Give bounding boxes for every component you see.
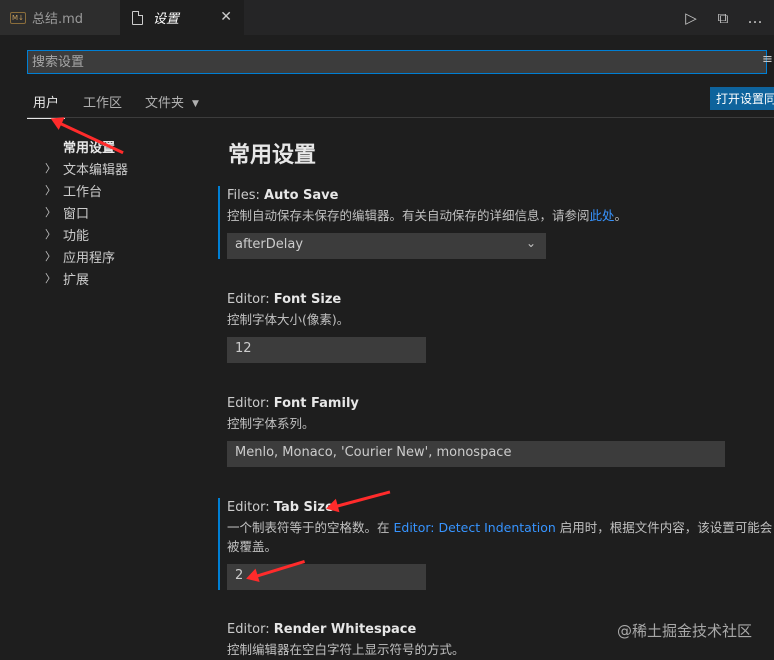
setting-tab-size: Editor: Tab Size 一个制表符等于的空格数。在 Editor: D… <box>218 498 774 590</box>
setting-category: Editor: <box>227 396 274 411</box>
toc-label: 文本编辑器 <box>63 162 129 178</box>
chevron-right-icon: 〉 <box>45 228 56 241</box>
toc-item-extensions[interactable]: 〉扩展 <box>45 267 195 289</box>
desc-text: 被覆盖。 <box>227 539 278 554</box>
chevron-right-icon: 〉 <box>45 162 56 175</box>
auto-save-select[interactable]: afterDelay ⌄ <box>227 233 546 259</box>
markdown-icon: M↓ <box>10 11 26 24</box>
watermark: @稀土掘金技术社区 <box>616 622 752 640</box>
select-value: afterDelay <box>235 237 304 252</box>
filter-menu-icon[interactable]: ≡ <box>762 52 774 67</box>
setting-font-size: Editor: Font Size 控制字体大小(像素)。 12 <box>218 290 774 363</box>
tab-workspace[interactable]: 工作区 <box>77 88 122 118</box>
toc-item-application[interactable]: 〉应用程序 <box>45 245 195 267</box>
settings-toc: 常用设置 〉文本编辑器 〉工作台 〉窗口 〉功能 〉应用程序 〉扩展 <box>45 135 195 289</box>
setting-auto-save: Files: Auto Save 控制自动保存未保存的编辑器。有关自动保存的详细… <box>218 186 774 259</box>
toc-item-features[interactable]: 〉功能 <box>45 223 195 245</box>
toc-label: 工作台 <box>63 184 103 200</box>
setting-category: Files: <box>227 188 265 203</box>
chevron-right-icon: 〉 <box>45 272 56 285</box>
chevron-down-icon: ▼ <box>192 99 199 109</box>
desc-text: 启用时，根据文件内容，该设置可能会 <box>555 520 773 535</box>
open-json-icon[interactable]: ⧉ <box>714 9 732 27</box>
tab-settings[interactable]: 设置 ✕ <box>120 0 244 35</box>
toc-label: 扩展 <box>63 272 90 288</box>
setting-name: Auto Save <box>264 188 339 203</box>
font-size-input[interactable]: 12 <box>227 337 426 363</box>
desc-text: 一个制表符等于的空格数。在 <box>227 520 394 535</box>
search-input[interactable] <box>28 51 766 73</box>
setting-title: Editor: Font Family <box>227 394 774 414</box>
toc-item-window[interactable]: 〉窗口 <box>45 201 195 223</box>
run-icon[interactable]: ▷ <box>682 9 700 27</box>
font-family-input[interactable]: Menlo, Monaco, 'Courier New', monospace <box>227 441 725 467</box>
chevron-right-icon: 〉 <box>45 250 56 263</box>
tab-summary-md[interactable]: M↓ 总结.md <box>0 0 120 35</box>
more-actions-icon[interactable]: … <box>746 9 764 27</box>
chevron-right-icon: 〉 <box>45 184 56 197</box>
setting-description: 一个制表符等于的空格数。在 Editor: Detect Indentation… <box>227 518 774 556</box>
setting-category: Editor: <box>227 500 274 515</box>
setting-category: Editor: <box>227 622 274 637</box>
toc-item-common[interactable]: 常用设置 <box>45 135 195 157</box>
setting-description: 控制字体大小(像素)。 <box>227 312 350 327</box>
setting-category: Editor: <box>227 292 274 307</box>
tab-label: 总结.md <box>32 12 84 27</box>
open-settings-sync-button[interactable]: 打开设置同 <box>710 87 774 110</box>
close-icon[interactable]: ✕ <box>220 9 232 25</box>
toc-label: 窗口 <box>63 206 90 222</box>
toc-label: 应用程序 <box>63 250 116 266</box>
editor-actions: ▷ ⧉ … <box>682 0 774 35</box>
desc-text: 。 <box>614 208 628 223</box>
desc-text: 控制自动保存未保存的编辑器。有关自动保存的详细信息，请参阅 <box>227 208 590 223</box>
toc-item-text-editor[interactable]: 〉文本编辑器 <box>45 157 195 179</box>
toc-item-workbench[interactable]: 〉工作台 <box>45 179 195 201</box>
tab-label: 设置 <box>153 12 180 27</box>
chevron-right-icon: 〉 <box>45 206 56 219</box>
tab-folder[interactable]: 文件夹 ▼ <box>139 88 199 118</box>
setting-title: Editor: Font Size <box>227 290 774 310</box>
setting-description: 控制编辑器在空白字符上显示符号的方式。 <box>227 642 465 657</box>
setting-name: Font Family <box>273 396 359 411</box>
setting-description: 控制字体系列。 <box>227 416 315 431</box>
divider <box>27 117 774 118</box>
auto-save-help-link[interactable]: 此处 <box>590 208 615 223</box>
setting-font-family: Editor: Font Family 控制字体系列。 Menlo, Monac… <box>218 394 774 467</box>
document-icon <box>132 10 143 25</box>
search-settings-box <box>27 50 767 74</box>
chevron-down-icon: ⌄ <box>525 236 536 250</box>
editor-tab-bar: M↓ 总结.md 设置 ✕ ▷ ⧉ … <box>0 0 774 35</box>
setting-title: Editor: Tab Size <box>227 498 774 518</box>
setting-name: Font Size <box>273 292 342 307</box>
setting-title: Files: Auto Save <box>227 186 774 206</box>
detect-indentation-link[interactable]: Editor: Detect Indentation <box>393 520 555 535</box>
section-title: 常用设置 <box>228 143 317 168</box>
tab-folder-label: 文件夹 <box>145 96 185 111</box>
setting-description: 控制自动保存未保存的编辑器。有关自动保存的详细信息，请参阅此处。 <box>227 206 774 225</box>
setting-name: Render Whitespace <box>273 622 417 637</box>
toc-label: 功能 <box>63 228 90 244</box>
